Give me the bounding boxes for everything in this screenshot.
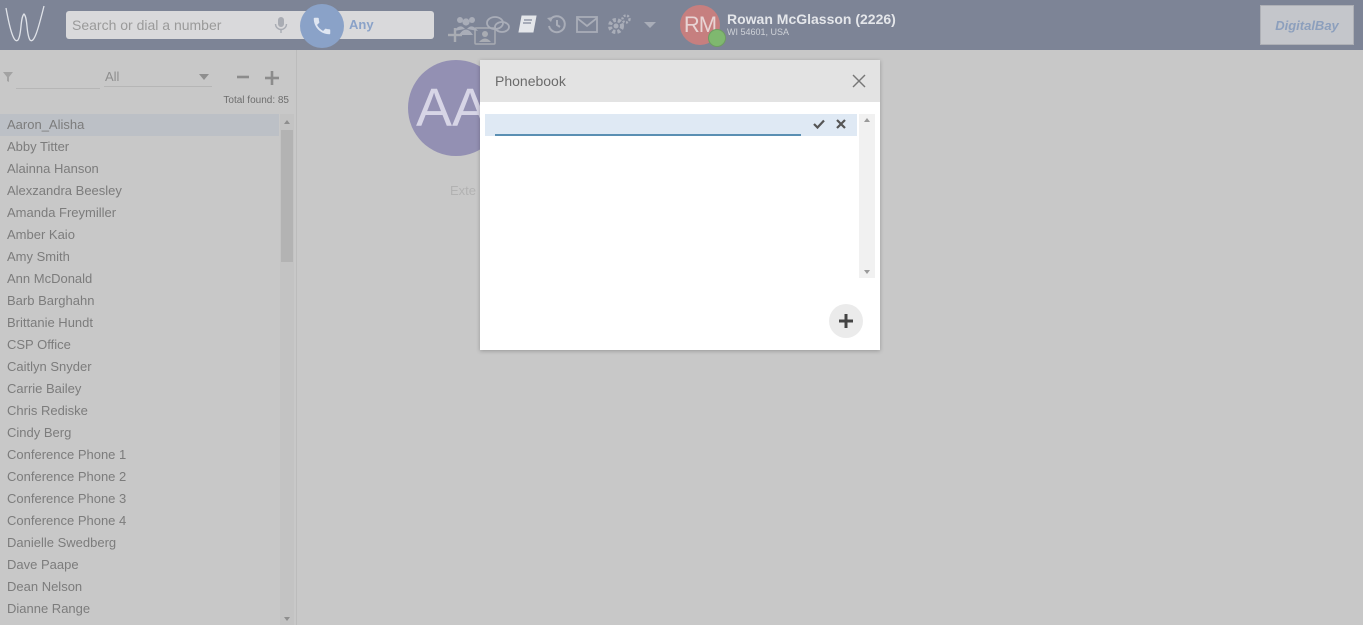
filter-icon — [3, 72, 13, 82]
microphone-icon[interactable] — [272, 16, 290, 34]
contact-list-item[interactable]: Chris Rediske — [0, 400, 279, 422]
checkmark-icon[interactable] — [813, 118, 825, 130]
call-button[interactable] — [300, 4, 344, 48]
group-filter-select[interactable]: All — [104, 68, 212, 87]
contact-list-item[interactable]: Carrie Bailey — [0, 378, 279, 400]
phonebook-icon — [518, 15, 537, 33]
contact-list-item[interactable]: Dean Nelson — [0, 576, 279, 598]
cancel-icon[interactable] — [835, 118, 847, 130]
scroll-up-arrow[interactable] — [284, 120, 290, 124]
contact-list-item[interactable]: Abby Titter — [0, 136, 279, 158]
history-nav-button[interactable] — [545, 12, 569, 38]
contact-list-item[interactable]: Amber Kaio — [0, 224, 279, 246]
scroll-thumb[interactable] — [281, 130, 293, 262]
brand-logo: DigitalBay — [1260, 5, 1354, 45]
chat-nav-button[interactable] — [485, 12, 511, 38]
brand-name: DigitalBay — [1275, 17, 1339, 33]
chat-icon — [486, 16, 510, 33]
scroll-up-arrow[interactable] — [864, 118, 870, 122]
contact-list-item[interactable]: Danielle Swedberg — [0, 532, 279, 554]
mail-icon — [576, 16, 598, 33]
dialog-title: Phonebook — [495, 73, 566, 89]
contact-list-item[interactable]: Amy Smith — [0, 246, 279, 268]
contact-filter-input[interactable] — [16, 68, 100, 89]
contact-list-item[interactable]: Dianne Range — [0, 598, 279, 620]
scroll-down-arrow[interactable] — [284, 617, 290, 621]
contact-list-item[interactable]: Conference Phone 3 — [0, 488, 279, 510]
more-menu-button[interactable] — [640, 12, 660, 38]
contact-list-item[interactable]: Aaron_Alisha — [0, 114, 279, 136]
mail-nav-button[interactable] — [574, 12, 600, 38]
contacts-sidebar: All Total found: 85 Aaron_Alisha Abby Tit… — [0, 50, 297, 625]
chevron-down-icon — [199, 74, 209, 80]
group-filter-value: All — [105, 69, 120, 84]
phonebook-list-scrollbar[interactable] — [859, 114, 875, 278]
settings-icon — [608, 14, 631, 34]
contact-list-item[interactable]: CSP Office — [0, 334, 279, 356]
logo-icon[interactable] — [0, 0, 50, 50]
phonebook-name-input[interactable] — [495, 116, 801, 136]
new-phonebook-row — [485, 114, 857, 136]
search-input[interactable] — [66, 11, 278, 39]
search-bar — [66, 11, 496, 45]
contact-list: Aaron_Alisha Abby Titter Alainna Hanson Ale… — [0, 114, 279, 620]
settings-nav-button[interactable] — [605, 12, 633, 38]
contact-list-item[interactable]: Conference Phone 4 — [0, 510, 279, 532]
phonebook-nav-button[interactable] — [516, 12, 540, 38]
dialog-header: Phonebook — [480, 60, 880, 102]
phonebook-list — [485, 114, 875, 278]
contact-list-scrollbar[interactable] — [280, 114, 294, 625]
contact-list-item[interactable]: Conference Phone 2 — [0, 466, 279, 488]
contact-list-item[interactable]: Caitlyn Snyder — [0, 356, 279, 378]
total-found-count: Total found: 85 — [223, 95, 289, 106]
user-name: Rowan McGlasson (2226) — [727, 11, 896, 27]
top-bar: Any — [0, 0, 1363, 50]
contact-list-item[interactable]: Brittanie Hundt — [0, 312, 279, 334]
scroll-down-arrow[interactable] — [864, 270, 870, 274]
user-location: WI 54601, USA — [727, 27, 790, 37]
presence-status-indicator[interactable] — [708, 29, 726, 47]
contact-list-item[interactable]: Conference Phone 1 — [0, 444, 279, 466]
remove-contact-button[interactable] — [236, 70, 250, 84]
close-icon[interactable] — [852, 74, 866, 88]
contact-list-item[interactable]: Cindy Berg — [0, 422, 279, 444]
contact-list-item[interactable]: Ann McDonald — [0, 268, 279, 290]
users-icon — [454, 17, 478, 35]
add-contact-button[interactable] — [264, 70, 280, 86]
contact-list-item[interactable]: Amanda Freymiller — [0, 202, 279, 224]
contact-list-item[interactable]: Alexzandra Beesley — [0, 180, 279, 202]
phonebook-dialog: Phonebook — [480, 60, 880, 350]
line-selector[interactable]: Any — [349, 17, 374, 32]
contact-list-item[interactable]: Dave Paape — [0, 554, 279, 576]
contact-list-item[interactable]: Alainna Hanson — [0, 158, 279, 180]
add-phonebook-button[interactable] — [829, 304, 863, 338]
users-nav-button[interactable] — [452, 12, 480, 38]
plus-icon — [839, 314, 853, 328]
chevron-down-icon — [644, 22, 656, 28]
extension-label: Exte — [450, 183, 477, 198]
history-icon — [547, 15, 566, 34]
phone-icon — [313, 17, 331, 35]
contact-list-item[interactable]: Barb Barghahn — [0, 290, 279, 312]
